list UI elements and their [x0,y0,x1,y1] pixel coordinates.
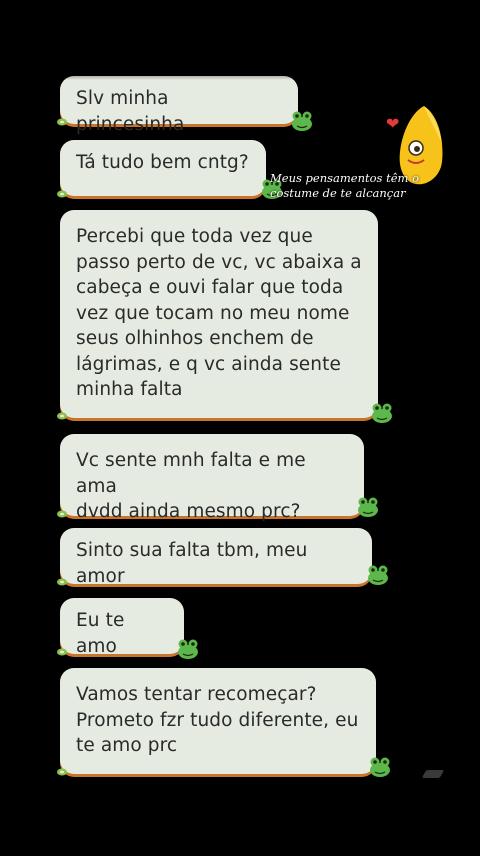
chat-area: Slv minha princesinha Tá tudo bem cntg? … [56,62,446,782]
message-bubble[interactable]: Vamos tentar recomeçar? Prometo fzr tudo… [57,668,376,776]
frog-sticker-icon [292,111,312,131]
sticker-caption: Meus pensamentos têm o costume de te alc… [270,171,420,200]
message-bubble[interactable]: Percebi que toda vez que passo perto de … [57,210,378,420]
message-bubble[interactable]: Eu te amo [57,598,184,657]
message-text: Tá tudo bem cntg? [76,152,249,173]
message-text: Vamos tentar recomeçar? Prometo fzr tudo… [76,684,359,756]
message-text: Sinto sua falta tbm, meu amor [76,540,308,587]
screen: { "messages": [ { "text": "Slv minha pri… [0,0,480,856]
leaf-icon [57,118,67,126]
leaf-icon [57,190,67,198]
top-fade-overlay [56,62,316,80]
frog-sticker-icon [178,639,198,659]
message-bubble[interactable]: Sinto sua falta tbm, meu amor [57,528,372,587]
message-text: Eu te amo [76,610,125,657]
leaf-icon [57,510,67,518]
leaf-icon [57,412,67,420]
message-bubble[interactable]: Slv minha princesinha [57,76,298,135]
leaf-icon [57,648,67,656]
message-bubble[interactable]: Vc sente mnh falta e me ama dvdd ainda m… [57,434,364,522]
leaf-icon [57,578,67,586]
message-bubble[interactable]: Tá tudo bem cntg? [57,140,266,198]
leaf-icon [57,768,67,776]
frog-sticker-icon [372,403,392,423]
frog-sticker-icon [370,757,390,777]
message-text: Slv minha princesinha [76,88,185,135]
frog-sticker-icon [368,565,388,585]
frog-sticker-icon [358,497,378,517]
message-text: Vc sente mnh falta e me ama dvdd ainda m… [76,450,306,522]
message-text: Percebi que toda vez que passo perto de … [76,226,362,400]
